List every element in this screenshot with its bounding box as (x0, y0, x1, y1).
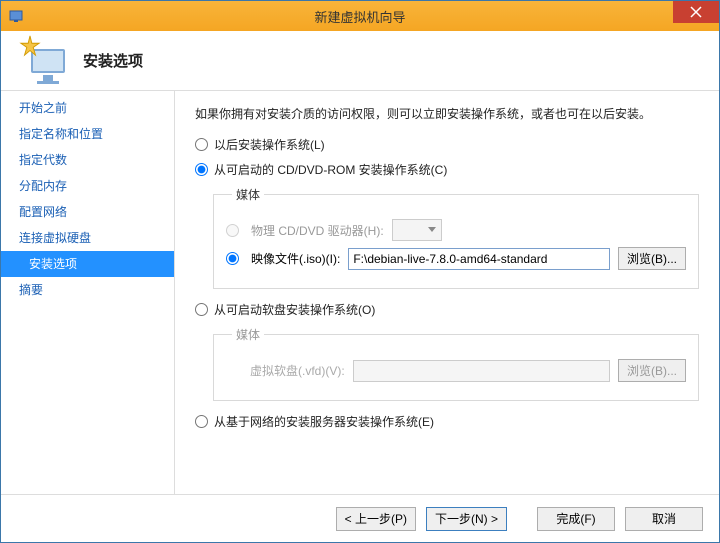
header-icon (21, 37, 69, 85)
floppy-fieldset: 媒体 虚拟软盘(.vfd)(V): 浏览(B)... (213, 326, 699, 401)
option-network-row: 从基于网络的安装服务器安装操作系统(E) (195, 413, 699, 430)
vfd-row: 虚拟软盘(.vfd)(V): 浏览(B)... (226, 359, 686, 382)
footer: < 上一步(P) 下一步(N) > 完成(F) 取消 (1, 494, 719, 542)
next-button[interactable]: 下一步(N) > (426, 507, 507, 531)
option-floppy-row: 从可启动软盘安装操作系统(O) (195, 301, 699, 318)
wizard-window: 新建虚拟机向导 安装选项 开始之前 指定名称和位置 指定代数 分配内存 配置网络… (0, 0, 720, 543)
media-legend: 媒体 (232, 186, 264, 203)
sidebar-item-generation[interactable]: 指定代数 (1, 147, 174, 173)
browse-vfd-button: 浏览(B)... (618, 359, 686, 382)
option-cddvd-row: 从可启动的 CD/DVD-ROM 安装操作系统(C) (195, 161, 699, 178)
wizard-header: 安装选项 (1, 31, 719, 91)
physical-drive-select (392, 219, 442, 241)
radio-physical-drive (226, 224, 239, 237)
chevron-down-icon (428, 227, 436, 232)
physical-drive-row: 物理 CD/DVD 驱动器(H): (226, 219, 686, 241)
sidebar-item-name-location[interactable]: 指定名称和位置 (1, 121, 174, 147)
browse-iso-button[interactable]: 浏览(B)... (618, 247, 686, 270)
radio-iso-label: 映像文件(.iso)(I): (251, 250, 340, 267)
radio-cddvd[interactable] (195, 163, 208, 176)
radio-install-later[interactable] (195, 138, 208, 151)
page-title: 安装选项 (83, 50, 143, 71)
app-icon (9, 9, 23, 23)
window-title: 新建虚拟机向导 (314, 7, 405, 26)
radio-floppy-label: 从可启动软盘安装操作系统(O) (214, 301, 375, 318)
sidebar-item-vhd[interactable]: 连接虚拟硬盘 (1, 225, 174, 251)
radio-install-later-label: 以后安装操作系统(L) (214, 136, 325, 153)
sidebar-item-before-begin[interactable]: 开始之前 (1, 95, 174, 121)
media-fieldset: 媒体 物理 CD/DVD 驱动器(H): 映像文件(.iso)(I): 浏览(B… (213, 186, 699, 289)
option-install-later-row: 以后安装操作系统(L) (195, 136, 699, 153)
radio-cddvd-label: 从可启动的 CD/DVD-ROM 安装操作系统(C) (214, 161, 447, 178)
iso-row: 映像文件(.iso)(I): 浏览(B)... (226, 247, 686, 270)
finish-button[interactable]: 完成(F) (537, 507, 615, 531)
vfd-path-input (353, 360, 610, 382)
floppy-legend: 媒体 (232, 326, 264, 343)
sidebar: 开始之前 指定名称和位置 指定代数 分配内存 配置网络 连接虚拟硬盘 安装选项 … (1, 91, 175, 494)
wizard-body: 开始之前 指定名称和位置 指定代数 分配内存 配置网络 连接虚拟硬盘 安装选项 … (1, 91, 719, 494)
vfd-label: 虚拟软盘(.vfd)(V): (250, 362, 345, 379)
close-icon (690, 6, 702, 18)
radio-physical-drive-label: 物理 CD/DVD 驱动器(H): (251, 222, 384, 239)
previous-button[interactable]: < 上一步(P) (336, 507, 416, 531)
sidebar-item-memory[interactable]: 分配内存 (1, 173, 174, 199)
titlebar: 新建虚拟机向导 (1, 1, 719, 31)
intro-text: 如果你拥有对安装介质的访问权限，则可以立即安装操作系统，或者也可在以后安装。 (195, 105, 699, 122)
radio-iso[interactable] (226, 252, 239, 265)
cancel-button[interactable]: 取消 (625, 507, 703, 531)
radio-network[interactable] (195, 415, 208, 428)
radio-floppy[interactable] (195, 303, 208, 316)
iso-path-input[interactable] (348, 248, 610, 270)
radio-network-label: 从基于网络的安装服务器安装操作系统(E) (214, 413, 434, 430)
sidebar-item-summary[interactable]: 摘要 (1, 277, 174, 303)
sidebar-item-install-options[interactable]: 安装选项 (1, 251, 174, 277)
content-panel: 如果你拥有对安装介质的访问权限，则可以立即安装操作系统，或者也可在以后安装。 以… (175, 91, 719, 494)
close-button[interactable] (673, 1, 719, 23)
sidebar-item-network[interactable]: 配置网络 (1, 199, 174, 225)
